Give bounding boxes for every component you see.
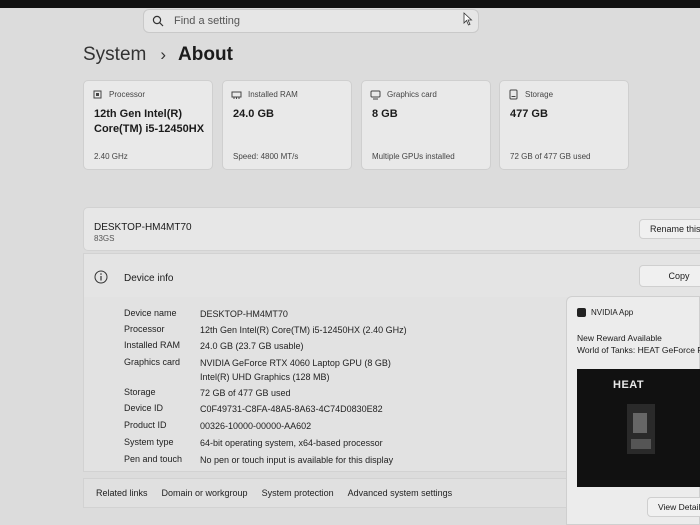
spec-value: No pen or touch input is available for t…: [200, 455, 394, 465]
device-info-header[interactable]: Device info Copy: [83, 253, 700, 297]
storage-card: Storage 477 GB 72 GB of 477 GB used: [499, 80, 629, 170]
breadcrumb-system[interactable]: System: [83, 44, 146, 66]
spec-row: Device ID C0F49731-C8FA-48A5-8A63-4C74D0…: [124, 403, 383, 415]
advanced-system-settings-link[interactable]: Advanced system settings: [348, 488, 453, 498]
copy-button[interactable]: Copy: [639, 265, 700, 287]
spec-value-secondary: Intel(R) UHD Graphics (128 MB): [200, 372, 330, 382]
spec-label: Storage: [124, 387, 156, 397]
domain-workgroup-link[interactable]: Domain or workgroup: [162, 488, 248, 498]
card-caption: Processor: [109, 90, 146, 99]
card-value: 12th Gen Intel(R) Core(TM) i5-12450HX: [94, 108, 205, 135]
spec-label: Processor: [124, 324, 165, 334]
search-box[interactable]: [143, 9, 479, 33]
toast-body: World of Tanks: HEAT GeForce R: [577, 345, 700, 355]
card-caption: Storage: [525, 90, 554, 99]
spec-value: NVIDIA GeForce RTX 4060 Laptop GPU (8 GB…: [200, 358, 391, 368]
spec-label: Pen and touch: [124, 454, 183, 464]
spec-label: Installed RAM: [124, 340, 181, 350]
spec-row: Storage 72 GB of 477 GB used: [124, 387, 291, 399]
card-caption: Graphics card: [387, 90, 437, 99]
mouse-cursor-icon: [463, 12, 473, 26]
related-links-label: Related links: [96, 488, 148, 498]
processor-card: Processor 12th Gen Intel(R) Core(TM) i5-…: [83, 80, 213, 170]
spec-row: System type 64-bit operating system, x64…: [124, 437, 383, 449]
card-value: 477 GB: [510, 108, 548, 120]
rename-pc-button[interactable]: Rename this PC: [639, 219, 700, 239]
card-value: 8 GB: [372, 108, 398, 120]
spec-row: Installed RAM 24.0 GB (23.7 GB usable): [124, 340, 304, 352]
toast-promo-image: HEAT: [577, 369, 700, 487]
spec-label: Device ID: [124, 403, 164, 413]
pc-name: DESKTOP-HM4MT70: [94, 222, 192, 233]
view-details-button[interactable]: View Details: [647, 497, 700, 517]
spec-value: 72 GB of 477 GB used: [200, 388, 291, 398]
breadcrumb: System › About: [83, 44, 233, 66]
nvidia-notification[interactable]: NVIDIA App New Reward Available World of…: [566, 296, 700, 525]
spec-label: Device name: [124, 308, 177, 318]
window-top-edge: [0, 0, 700, 8]
device-info-title: Device info: [124, 273, 174, 284]
spec-value: DESKTOP-HM4MT70: [200, 309, 288, 319]
spec-value: 24.0 GB (23.7 GB usable): [200, 341, 304, 351]
spec-row: Processor 12th Gen Intel(R) Core(TM) i5-…: [124, 324, 407, 336]
spec-row: Graphics card NVIDIA GeForce RTX 4060 La…: [124, 357, 391, 383]
ram-icon: [231, 91, 242, 99]
ram-card: Installed RAM 24.0 GB Speed: 4800 MT/s: [222, 80, 352, 170]
system-protection-link[interactable]: System protection: [262, 488, 334, 498]
graphics-card: Graphics card 8 GB Multiple GPUs install…: [361, 80, 491, 170]
card-value: 24.0 GB: [233, 108, 274, 120]
card-sub: 2.40 GHz: [94, 152, 128, 161]
pc-name-row: DESKTOP-HM4MT70 83GS Rename this PC: [83, 207, 700, 251]
tank-figure-icon: [627, 404, 655, 454]
processor-icon: [93, 90, 102, 99]
toast-title: New Reward Available: [577, 333, 662, 343]
card-sub: Multiple GPUs installed: [372, 152, 455, 161]
card-sub: Speed: 4800 MT/s: [233, 152, 299, 161]
heat-logo: HEAT: [613, 379, 645, 391]
card-sub: 72 GB of 477 GB used: [510, 152, 591, 161]
spec-row: Device name DESKTOP-HM4MT70: [124, 308, 288, 320]
spec-value: 00326-10000-00000-AA602: [200, 421, 312, 431]
info-icon: [94, 270, 108, 284]
pc-model: 83GS: [94, 234, 115, 243]
spec-label: System type: [124, 437, 174, 447]
spec-value: 12th Gen Intel(R) Core(TM) i5-12450HX (2…: [200, 325, 407, 335]
storage-icon: [509, 89, 518, 100]
spec-value: 64-bit operating system, x64-based proce…: [200, 438, 383, 448]
search-input[interactable]: [172, 14, 456, 28]
breadcrumb-separator: ›: [160, 45, 167, 64]
card-caption: Installed RAM: [248, 90, 298, 99]
spec-value: C0F49731-C8FA-48A5-8A63-4C74D0830E82: [200, 404, 383, 414]
spec-label: Product ID: [124, 420, 167, 430]
nvidia-app-icon: [577, 308, 586, 317]
toast-app-name: NVIDIA App: [591, 308, 634, 317]
page-title: About: [178, 44, 233, 65]
spec-row: Pen and touch No pen or touch input is a…: [124, 454, 393, 466]
search-icon: [152, 15, 164, 27]
spec-row: Product ID 00326-10000-00000-AA602: [124, 420, 311, 432]
spec-label: Graphics card: [124, 357, 181, 367]
gpu-icon: [370, 90, 381, 100]
